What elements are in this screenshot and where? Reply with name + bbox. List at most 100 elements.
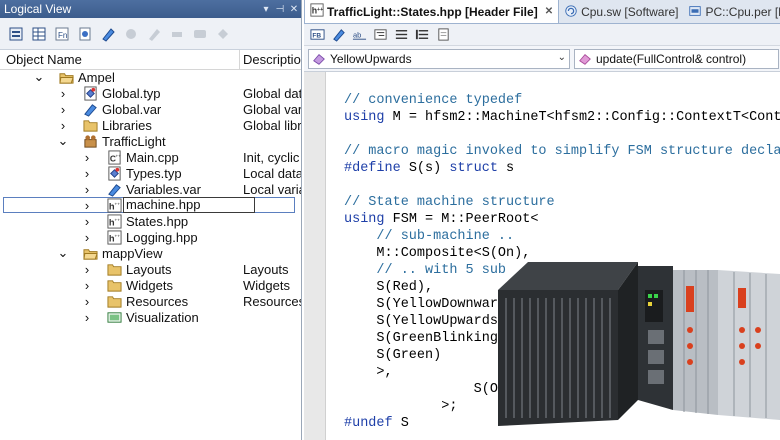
method-selector-value: update(FullControl& control): [596, 51, 747, 66]
tab-cpu-sw[interactable]: Cpu.sw [Software]: [559, 1, 683, 23]
tree-item[interactable]: › Layouts Layouts: [0, 261, 301, 277]
method-selector[interactable]: update(FullControl& control): [574, 48, 779, 69]
tab-label: Cpu.sw [Software]: [581, 5, 679, 19]
chevron-right-icon[interactable]: ›: [82, 293, 92, 309]
var-file-icon: [82, 101, 98, 117]
svg-text:++: ++: [114, 217, 120, 222]
tree-item-description: Local data types: [243, 165, 301, 181]
chevron-right-icon[interactable]: ›: [82, 197, 92, 213]
code-token: S(Green): [344, 348, 442, 363]
code-comment: // convenience typedef: [344, 93, 523, 108]
code-token: s: [497, 161, 515, 176]
code-token: >,: [344, 365, 393, 380]
tree-item[interactable]: › C ++ Main.cpp Init, cyclic: [0, 149, 301, 165]
tree-item[interactable]: › Global.typ Global data types: [0, 85, 301, 101]
code-token: S(Red),: [344, 280, 434, 295]
indent-icon[interactable]: [371, 26, 389, 44]
chevron-down-icon[interactable]: ⌄: [58, 245, 69, 261]
transfer-icon[interactable]: [213, 24, 233, 44]
ab-icon[interactable]: ab: [350, 26, 368, 44]
plc-hardware-image: [498, 262, 780, 426]
state-selector[interactable]: YellowUpwards ⌄: [308, 48, 570, 69]
chevron-right-icon[interactable]: ›: [82, 213, 92, 229]
code-keyword: #undef: [344, 416, 393, 431]
tree-item-label: Types.typ: [126, 165, 182, 181]
code-line: // State machine structure: [344, 194, 780, 211]
tree-item[interactable]: ⌄ TrafficLight: [0, 133, 301, 149]
chevron-right-icon[interactable]: ›: [82, 309, 92, 325]
tree-item[interactable]: › Types.typ Local data types: [0, 165, 301, 181]
tree-item[interactable]: › Widgets Widgets: [0, 277, 301, 293]
tree-item[interactable]: › h ++ States.hpp: [0, 213, 301, 229]
tree-item[interactable]: › Global.var Global variables: [0, 101, 301, 117]
tree-item[interactable]: › Libraries Global libraries: [0, 117, 301, 133]
page-icon[interactable]: [434, 26, 452, 44]
permanent-icon: [688, 4, 702, 21]
tab-cpu-per[interactable]: PC::Cpu.per [Perm: [683, 1, 780, 23]
code-token: S(GreenBlinking),: [344, 331, 515, 346]
chevron-right-icon[interactable]: ›: [82, 261, 92, 277]
list2-icon[interactable]: [413, 26, 431, 44]
column-description[interactable]: Description: [240, 50, 301, 69]
panel-toolbar: Fn: [0, 18, 301, 50]
pin-icon[interactable]: ⊣: [273, 4, 287, 15]
tree-item[interactable]: › Visualization: [0, 309, 301, 325]
chevron-right-icon[interactable]: ›: [82, 229, 92, 245]
object-view-icon[interactable]: [6, 24, 26, 44]
tree-item-description: Local variables: [243, 181, 301, 197]
state-selector-value: YellowUpwards: [330, 51, 412, 66]
code-comment: // sub-machine ..: [344, 229, 515, 244]
tab-label: TrafficLight::States.hpp [Header File]: [327, 4, 538, 19]
tree-item[interactable]: › h ++ Logging.hpp: [0, 229, 301, 245]
close-icon[interactable]: ✕: [545, 6, 553, 17]
chevron-down-icon[interactable]: ⌄: [58, 133, 69, 149]
chevron-right-icon[interactable]: ›: [82, 277, 92, 293]
variable-icon[interactable]: [98, 24, 118, 44]
tree-item[interactable]: ⌄ mappView: [0, 245, 301, 261]
move-icon[interactable]: [121, 24, 141, 44]
chevron-right-icon[interactable]: ›: [82, 165, 92, 181]
list-icon[interactable]: [392, 26, 410, 44]
chevron-right-icon[interactable]: ›: [82, 149, 92, 165]
folder-icon: [82, 117, 98, 133]
tree-item-label: Variables.var: [126, 181, 201, 197]
code-token: M = hfsm2::MachineT<hfsm2::Config::Conte…: [384, 110, 780, 125]
hierarchy-icon[interactable]: Fn: [52, 24, 72, 44]
code-token: >;: [344, 399, 458, 414]
code-line: #define S(s) struct s: [344, 160, 780, 177]
svg-text:ab: ab: [352, 30, 360, 39]
chevron-down-icon[interactable]: ⌄: [34, 69, 45, 85]
tree-item[interactable]: ⌄ Ampel: [0, 69, 301, 85]
config-icon[interactable]: [75, 24, 95, 44]
chevron-right-icon[interactable]: ›: [82, 181, 92, 197]
member-selectors: YellowUpwards ⌄ update(FullControl& cont…: [304, 46, 780, 72]
chevron-right-icon[interactable]: ›: [58, 85, 68, 101]
dropdown-icon[interactable]: ▾: [259, 4, 273, 15]
code-keyword: #define: [344, 161, 401, 176]
tree-item[interactable]: › Variables.var Local variables: [0, 181, 301, 197]
svg-text:++: ++: [115, 153, 121, 158]
code-comment: // State machine structure: [344, 195, 555, 210]
tool-icon[interactable]: [167, 24, 187, 44]
tree-item-label: Main.cpp: [126, 149, 179, 165]
table-view-icon[interactable]: [29, 24, 49, 44]
tree-item-label: Logging.hpp: [126, 229, 198, 245]
chevron-right-icon[interactable]: ›: [58, 101, 68, 117]
edit-icon[interactable]: [329, 26, 347, 44]
chevron-right-icon[interactable]: ›: [58, 117, 68, 133]
chevron-down-icon[interactable]: ⌄: [558, 52, 566, 63]
fb-icon[interactable]: FB: [308, 26, 326, 44]
tree-item[interactable]: › h ++ machine.hpp: [0, 197, 301, 213]
editor-gutter: [304, 72, 326, 440]
code-token: S(YellowUpwards),: [344, 314, 515, 329]
var-file-icon: [106, 181, 122, 197]
tree-item[interactable]: › Resources Resources: [0, 293, 301, 309]
logical-view-panel: Logical View ▾ ⊣ ✕ Fn Object Name Descri…: [0, 0, 302, 440]
close-icon[interactable]: ✕: [287, 4, 301, 15]
edit-icon[interactable]: [144, 24, 164, 44]
tab-states-hpp[interactable]: h ++ TrafficLight::States.hpp [Header Fil…: [304, 0, 560, 23]
build-icon[interactable]: [190, 24, 210, 44]
column-object-name[interactable]: Object Name: [0, 50, 240, 69]
